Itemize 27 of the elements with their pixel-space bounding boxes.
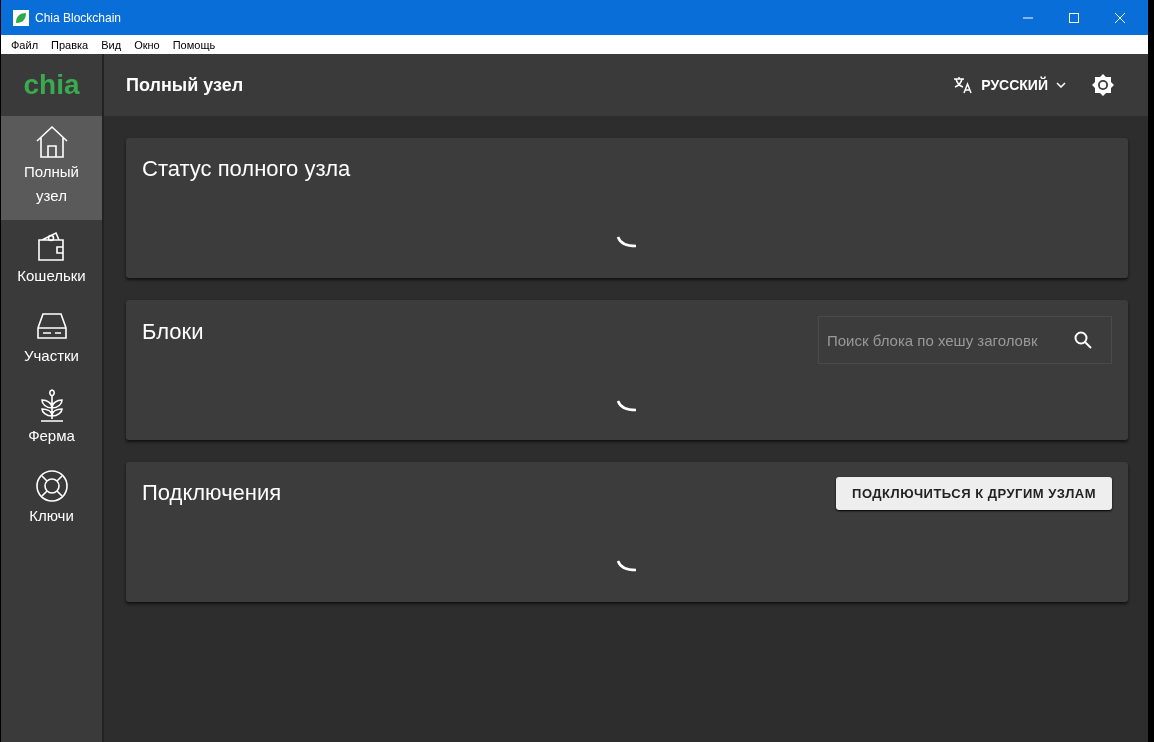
leaf-icon [13,9,29,26]
translate-icon [953,76,974,94]
window-title: Chia Blockchain [35,10,122,25]
language-button[interactable]: РУССКИЙ [953,76,1066,94]
menu-item[interactable]: Окно [134,38,160,51]
sidebar-item[interactable]: Полный узел [1,116,102,220]
connect-button[interactable]: ПОДКЛЮЧИТЬСЯ К ДРУГИМ УЗЛАМ [836,476,1112,510]
search-icon [1074,331,1092,349]
sidebar-item[interactable]: Ферма [1,380,102,460]
close-icon[interactable] [1114,11,1126,24]
brightness-icon[interactable] [1092,74,1114,96]
card-title: Статус полного узла [142,156,351,182]
card-title: Блоки [142,319,204,345]
menu-item[interactable]: Вид [101,38,122,51]
menu-item[interactable]: Помощь [172,38,216,51]
lifebuoy-icon [33,468,70,504]
menu-item[interactable]: Правка [51,38,89,51]
sidebar-item[interactable]: Кошельки [1,220,102,300]
menu-item[interactable]: Файл [11,38,39,51]
page-title: Полный узел [126,74,244,96]
card-title: Подключения [142,480,282,506]
maximize-icon[interactable] [1068,11,1080,24]
chevron-down-icon [1056,82,1066,88]
search-field[interactable]: Поиск блока по хешу заголовк [818,316,1112,364]
sidebar-item[interactable]: Ключи [1,460,102,540]
sidebar-item[interactable]: Участки [1,300,102,380]
logo: chia [22,68,81,102]
